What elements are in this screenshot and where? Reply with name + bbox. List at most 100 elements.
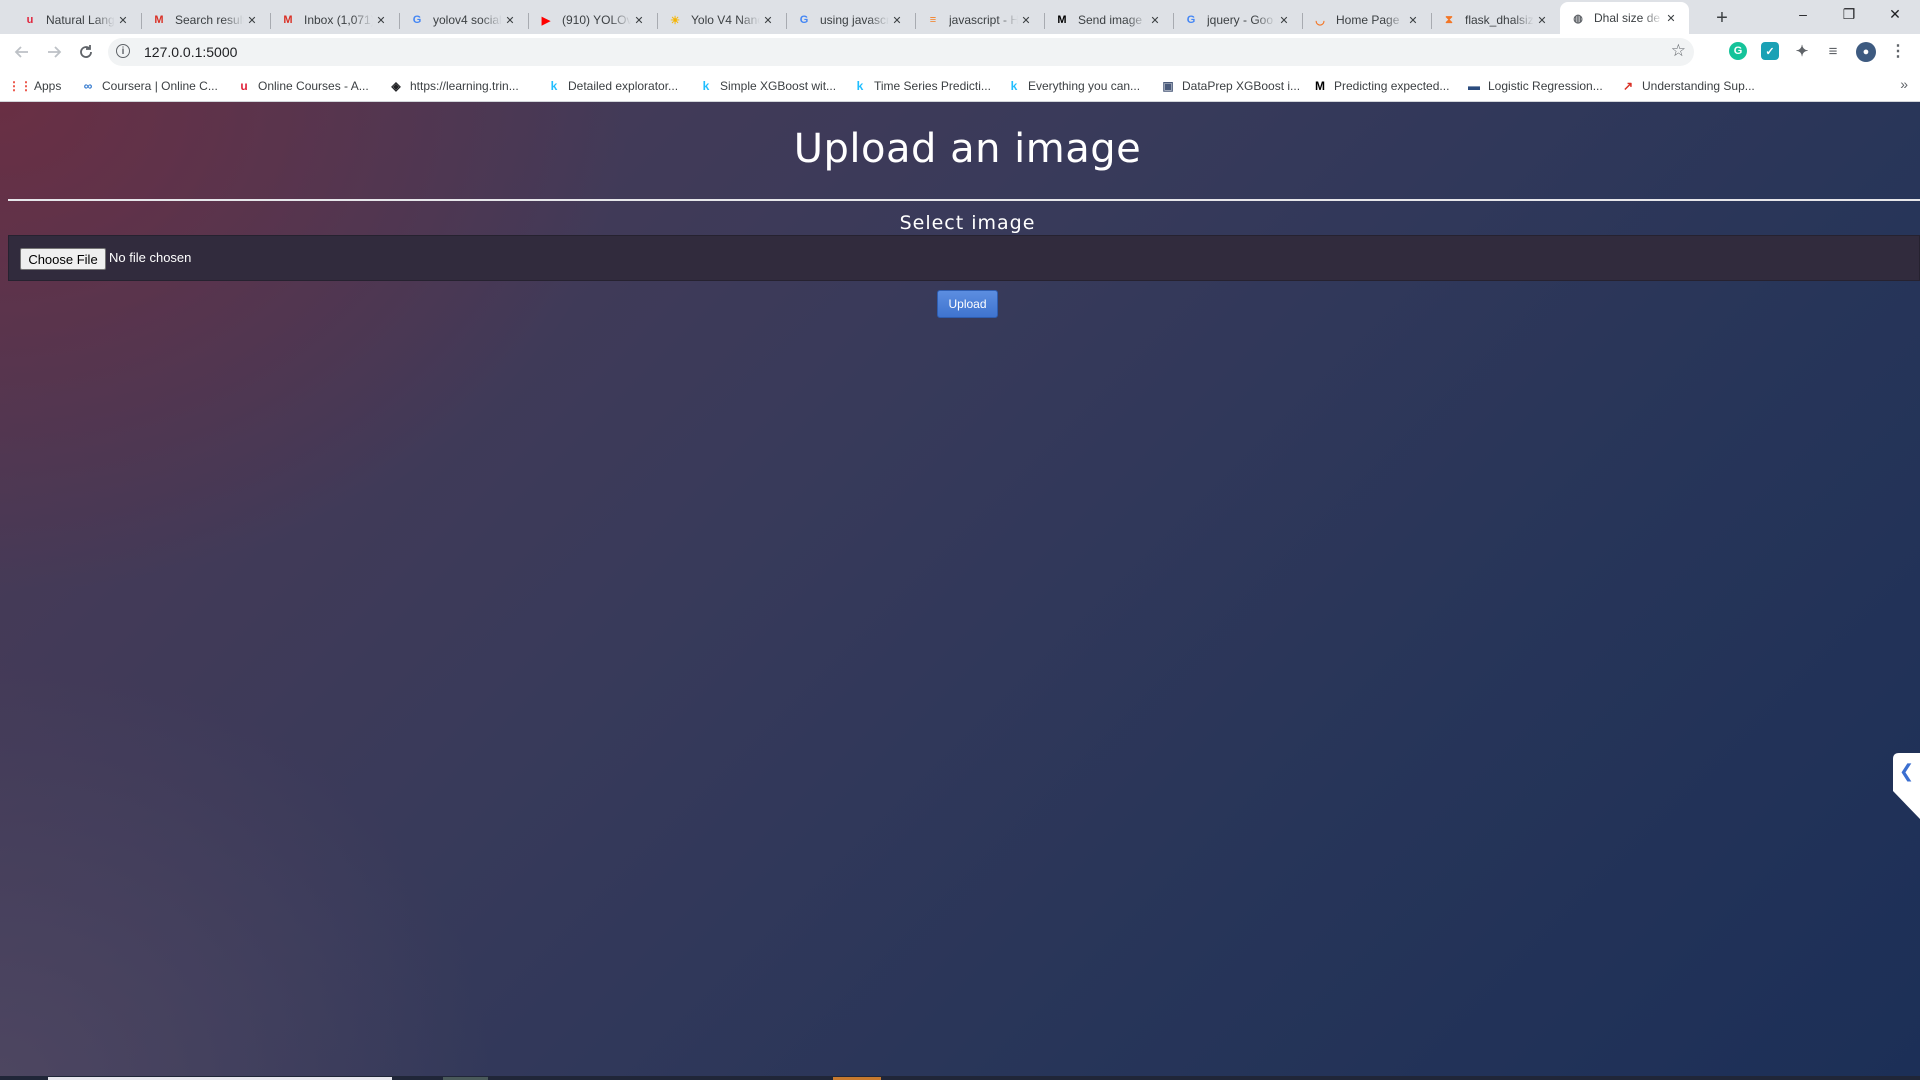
bookmarks-overflow-button[interactable]: » [1900, 76, 1908, 92]
close-tab-icon[interactable]: ✕ [889, 12, 905, 28]
youtube-icon: ▶ [541, 14, 551, 27]
bookmark-item[interactable]: ∞ Coursera | Online C... [80, 76, 218, 96]
close-tab-icon[interactable]: ✕ [1405, 12, 1421, 28]
chevron-left-icon: ❮ [1899, 761, 1914, 782]
gmail-icon: M [283, 14, 293, 26]
close-tab-icon[interactable]: ✕ [373, 12, 389, 28]
extension-icon[interactable]: ✓ [1761, 42, 1779, 60]
close-tab-icon[interactable]: ✕ [631, 12, 647, 28]
back-arrow-icon [14, 46, 28, 58]
jupyter-icon: ◡ [1315, 14, 1325, 27]
menu-kebab-icon[interactable]: ⋮ [1889, 42, 1907, 60]
browser-tab[interactable]: ☀ Yolo V4 Nano ✕ [657, 6, 786, 34]
maximize-button[interactable]: ❐ [1826, 0, 1872, 28]
media-control-icon[interactable]: ≡ [1824, 42, 1842, 60]
forward-button[interactable] [40, 38, 68, 66]
bookmark-item[interactable]: k Detailed explorator... [546, 76, 678, 96]
reload-icon [80, 45, 92, 58]
close-tab-icon[interactable]: ✕ [1663, 10, 1679, 26]
tab-title: javascript - H [949, 13, 1018, 27]
bookmark-label: Detailed explorator... [568, 79, 679, 93]
site-info-icon[interactable]: i [116, 44, 130, 58]
bookmark-item[interactable]: ▬ Logistic Regression... [1466, 76, 1603, 96]
bookmark-label: Logistic Regression... [1488, 79, 1603, 93]
kaggle-icon: k [702, 79, 710, 93]
image-icon: ▣ [1162, 79, 1174, 93]
browser-tab[interactable]: ⧗ flask_dhalsiz ✕ [1431, 6, 1560, 34]
extensions-puzzle-icon[interactable]: ✦ [1793, 42, 1811, 60]
close-tab-icon[interactable]: ✕ [244, 12, 260, 28]
close-tab-icon[interactable]: ✕ [1147, 12, 1163, 28]
bookmark-label: Understanding Sup... [1642, 79, 1755, 93]
browser-tab[interactable]: ◡ Home Page ✕ [1302, 6, 1431, 34]
tab-title: Home Page [1336, 13, 1400, 27]
tab-title: (910) YOLOv [562, 13, 631, 27]
browser-tab[interactable]: M Search results✕ [141, 6, 270, 34]
udemy-icon: u [240, 79, 248, 93]
coursera-icon: u [26, 14, 34, 26]
reload-button[interactable] [72, 38, 100, 66]
close-tab-icon[interactable]: ✕ [502, 12, 518, 28]
bookmark-label: Coursera | Online C... [102, 79, 218, 93]
browser-tab[interactable]: M Send image ✕ [1044, 6, 1173, 34]
bookmark-item[interactable]: M Predicting expected... [1312, 76, 1449, 96]
gmail-icon: M [154, 14, 164, 26]
minimize-button[interactable]: – [1780, 0, 1826, 28]
diamond-icon: ◈ [391, 79, 401, 93]
page-content: Upload an image Select image Choose File… [0, 102, 1920, 1080]
bookmark-label: Apps [34, 79, 62, 93]
side-panel-toggle[interactable]: ❮ [1893, 753, 1920, 819]
upload-button[interactable]: Upload [937, 290, 998, 318]
bookmark-item[interactable]: ⋮⋮ Apps [8, 76, 62, 96]
bookmark-item[interactable]: u Online Courses - A... [236, 76, 368, 96]
close-tab-icon[interactable]: ✕ [115, 12, 131, 28]
site-icon: ▬ [1468, 79, 1480, 93]
bookmark-item[interactable]: k Time Series Predicti... [852, 76, 991, 96]
browser-tab[interactable]: u Natural Lang ✕ [12, 6, 141, 34]
browser-tab[interactable]: Gjquery - Goo ✕ [1173, 6, 1302, 34]
new-tab-button[interactable]: + [1708, 4, 1736, 32]
bookmark-item[interactable]: k Everything you can... [1006, 76, 1140, 96]
browser-tab[interactable]: ▶ (910) YOLOv ✕ [528, 6, 657, 34]
back-button[interactable] [8, 38, 36, 66]
bookmark-star-icon[interactable]: ☆ [1671, 41, 1686, 61]
browser-tab[interactable]: Gyolov4 social ✕ [399, 6, 528, 34]
browser-tab[interactable]: Gusing javascr ✕ [786, 6, 915, 34]
google-icon: G [799, 14, 809, 26]
tab-title: flask_dhalsiz [1465, 13, 1534, 27]
grammarly-icon[interactable]: G [1729, 42, 1747, 60]
globe-icon: ◍ [1573, 12, 1583, 25]
google-icon: G [1186, 14, 1196, 26]
profile-avatar[interactable]: ● [1856, 42, 1876, 62]
tab-title: Yolo V4 Nano [691, 13, 760, 27]
forward-arrow-icon [48, 46, 62, 58]
tab-title: Inbox (1,071) [304, 13, 373, 27]
bookmark-item[interactable]: ▣ DataPrep XGBoost i... [1160, 76, 1300, 96]
apps-grid-icon: ⋮⋮ [8, 79, 32, 93]
bookmark-item[interactable]: k Simple XGBoost wit... [698, 76, 836, 96]
browser-tab[interactable]: ≡ javascript - H ✕ [915, 6, 1044, 34]
browser-tab[interactable]: ◍ Dhal size de ✕ [1560, 2, 1689, 34]
bookmark-label: Predicting expected... [1334, 79, 1450, 93]
bookmark-item[interactable]: ↗ Understanding Sup... [1620, 76, 1755, 96]
bookmark-label: https://learning.trin... [410, 79, 519, 93]
tab-strip: uNatural Lang✕MSearch results✕MInbox (1,… [0, 0, 1920, 34]
browser-tab[interactable]: M Inbox (1,071) ✕ [270, 6, 399, 34]
bookmark-label: Time Series Predicti... [874, 79, 991, 93]
close-tab-icon[interactable]: ✕ [1018, 12, 1034, 28]
url-text[interactable]: 127.0.0.1:5000 [144, 44, 237, 60]
bookmark-label: Simple XGBoost wit... [720, 79, 837, 93]
choose-file-button[interactable]: Choose File [20, 248, 106, 270]
tab-title: yolov4 social [433, 13, 502, 27]
divider [8, 199, 1920, 201]
tab-title: using javascr [820, 13, 889, 27]
address-bar[interactable]: i 127.0.0.1:5000 ☆ [108, 38, 1694, 66]
tab-title: Search results [175, 13, 244, 27]
tab-title: Send image [1078, 13, 1143, 27]
taskbar-edge [0, 1076, 1920, 1080]
close-tab-icon[interactable]: ✕ [1276, 12, 1292, 28]
close-window-button[interactable]: ✕ [1872, 0, 1918, 28]
close-tab-icon[interactable]: ✕ [1534, 12, 1550, 28]
close-tab-icon[interactable]: ✕ [760, 12, 776, 28]
bookmark-item[interactable]: ◈ https://learning.trin... [388, 76, 519, 96]
